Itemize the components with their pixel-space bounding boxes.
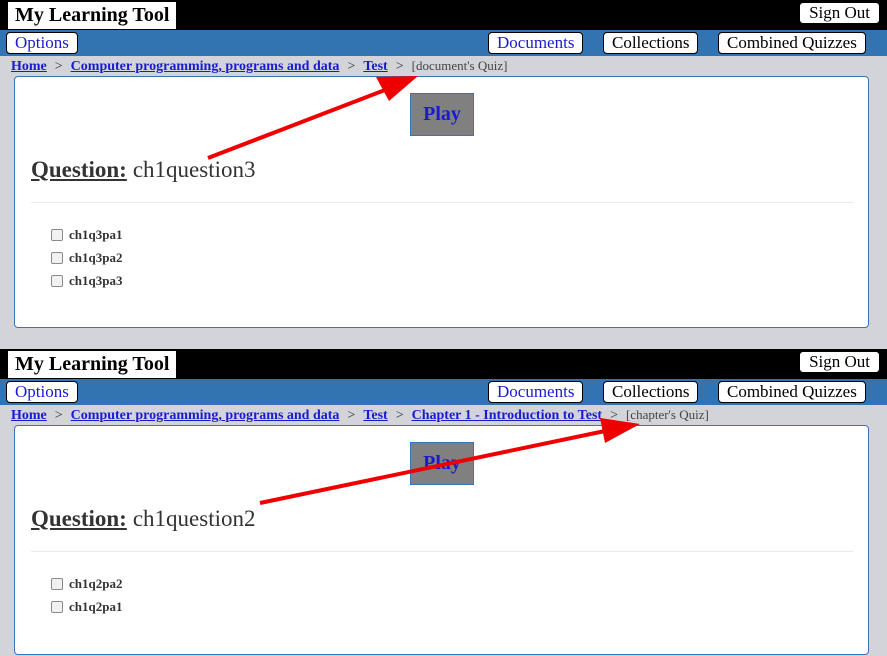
combined-quizzes-button[interactable]: Combined Quizzes: [718, 32, 866, 54]
answer-checkbox[interactable]: [51, 577, 63, 590]
breadcrumb-current: [chapter's Quiz]: [625, 407, 709, 422]
breadcrumb-home-link[interactable]: Home: [11, 408, 47, 423]
question-heading: Question: ch1question2: [31, 506, 256, 532]
nav-bar: Options Documents Collections Combined Q…: [0, 379, 887, 405]
answer-option: ch1q2pa2: [51, 572, 122, 595]
quiz-card: Play Question: ch1question2 ch1q2pa2 ch1q…: [14, 425, 869, 655]
answer-label: ch1q3pa2: [69, 249, 123, 265]
answer-label: ch1q3pa1: [69, 226, 123, 242]
screenshot-panel-document-quiz: My Learning Tool Sign Out Options Docume…: [0, 0, 887, 349]
breadcrumb-test-link[interactable]: Test: [363, 408, 387, 423]
quiz-card: Play Question: ch1question3 ch1q3pa1 ch1q…: [14, 76, 869, 328]
breadcrumb: Home > Computer programming, programs and …: [11, 58, 508, 74]
answer-checkbox[interactable]: [51, 600, 63, 613]
collections-button[interactable]: Collections: [603, 381, 699, 403]
play-button[interactable]: Play: [410, 442, 474, 485]
answer-checkbox[interactable]: [51, 251, 63, 264]
question-text: ch1question3: [132, 157, 256, 182]
question-text: ch1question2: [132, 506, 256, 531]
answer-option: ch1q3pa2: [51, 246, 122, 269]
breadcrumb-document-link[interactable]: Computer programming, programs and data: [71, 59, 340, 74]
answer-options: ch1q3pa1 ch1q3pa2 ch1q3pa3: [51, 223, 122, 292]
app-title: My Learning Tool: [8, 351, 177, 378]
sign-out-button[interactable]: Sign Out: [799, 2, 880, 24]
breadcrumb-test-link[interactable]: Test: [363, 59, 387, 74]
answer-checkbox[interactable]: [51, 228, 63, 241]
answer-checkbox[interactable]: [51, 274, 63, 287]
title-bar: My Learning Tool Sign Out: [0, 349, 887, 379]
divider: [31, 551, 853, 552]
answer-options: ch1q2pa2 ch1q2pa1: [51, 572, 122, 618]
answer-label: ch1q2pa1: [69, 598, 123, 614]
answer-option: ch1q2pa1: [51, 595, 122, 618]
screenshot-panel-chapter-quiz: My Learning Tool Sign Out Options Docume…: [0, 349, 887, 656]
answer-option: ch1q3pa1: [51, 223, 122, 246]
breadcrumb: Home > Computer programming, programs and …: [11, 407, 709, 423]
documents-button[interactable]: Documents: [488, 381, 584, 403]
answer-label: ch1q3pa3: [69, 272, 123, 288]
title-bar: My Learning Tool Sign Out: [0, 0, 887, 30]
breadcrumb-home-link[interactable]: Home: [11, 59, 47, 74]
answer-label: ch1q2pa2: [69, 575, 123, 591]
breadcrumb-current: [document's Quiz]: [411, 58, 508, 73]
options-button[interactable]: Options: [6, 32, 78, 54]
play-button[interactable]: Play: [410, 93, 474, 136]
question-label: Question:: [31, 506, 127, 531]
nav-bar: Options Documents Collections Combined Q…: [0, 30, 887, 56]
breadcrumb-document-link[interactable]: Computer programming, programs and data: [71, 408, 340, 423]
collections-button[interactable]: Collections: [603, 32, 699, 54]
combined-quizzes-button[interactable]: Combined Quizzes: [718, 381, 866, 403]
question-label: Question:: [31, 157, 127, 182]
sign-out-button[interactable]: Sign Out: [799, 351, 880, 373]
divider: [31, 202, 853, 203]
answer-option: ch1q3pa3: [51, 269, 122, 292]
options-button[interactable]: Options: [6, 381, 78, 403]
documents-button[interactable]: Documents: [488, 32, 584, 54]
question-heading: Question: ch1question3: [31, 157, 256, 183]
breadcrumb-chapter-link[interactable]: Chapter 1 - Introduction to Test: [412, 408, 602, 423]
app-title: My Learning Tool: [8, 2, 177, 29]
